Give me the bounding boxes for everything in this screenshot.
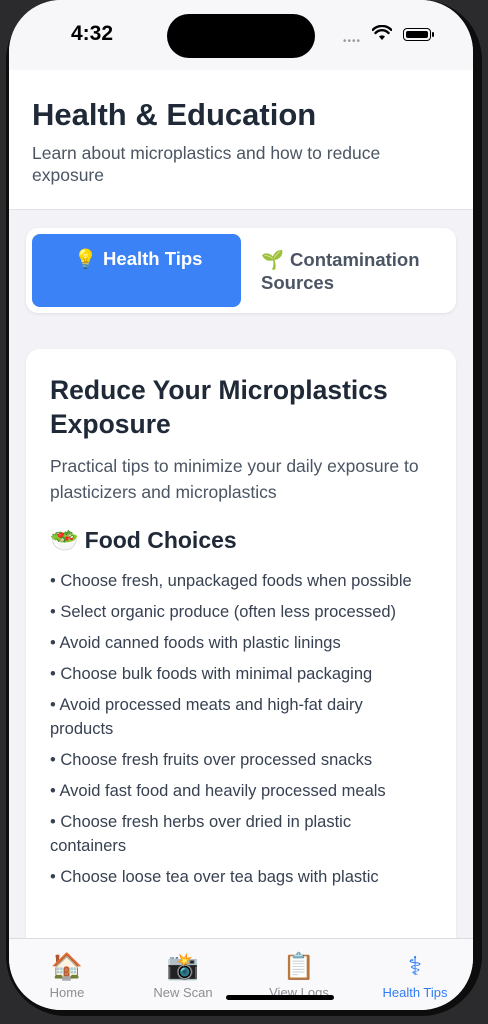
tab-new-scan-label: New Scan (153, 985, 213, 1000)
card-title: Reduce Your Microplastics Exposure (50, 375, 388, 439)
tab-health-tips[interactable]: 💡 Health Tips (32, 234, 241, 307)
tip-item: • Avoid processed meats and high-fat dai… (50, 696, 363, 738)
signal-icon: •••• (343, 36, 362, 47)
tab-contamination-sources[interactable]: 🌱 Contamination Sources (255, 234, 450, 307)
tips-list: • Choose fresh, unpackaged foods when po… (50, 569, 430, 896)
page-header: Health & Education Learn about microplas… (9, 70, 473, 210)
camera-icon: 📸 (166, 951, 200, 981)
status-time: 4:32 (71, 22, 114, 45)
status-bar: 4:32 •••• (9, 0, 473, 70)
tip-item: • Choose fresh herbs over dried in plast… (50, 813, 352, 855)
tab-contamination-sources-label: Contamination Sources (261, 249, 420, 293)
clipboard-icon: 📋 (282, 951, 316, 981)
dynamic-island (167, 14, 315, 58)
battery-icon (403, 28, 434, 41)
caduceus-icon: ⚕ (407, 951, 423, 981)
tip-item: • Choose fresh, unpackaged foods when po… (50, 572, 412, 590)
tips-card: Reduce Your Microplastics Exposure Pract… (26, 349, 456, 989)
tip-item: • Avoid canned foods with plastic lining… (50, 634, 341, 652)
segmented-control: 💡 Health Tips 🌱 Contamination Sources (26, 228, 456, 313)
tab-view-logs[interactable]: 📋 View Logs (241, 951, 357, 1000)
tip-item: • Choose bulk foods with minimal packagi… (50, 665, 373, 683)
tip-item: • Choose loose tea over tea bags with pl… (50, 868, 379, 886)
section-heading: 🥗 Food Choices (50, 527, 237, 554)
phone-frame: 4:32 •••• Health & Education Learn about… (0, 0, 488, 1024)
tab-new-scan[interactable]: 📸 New Scan (125, 951, 241, 1000)
tab-health-tips-nav[interactable]: ⚕ Health Tips (357, 951, 473, 1000)
tab-health-tips-nav-label: Health Tips (382, 985, 448, 1000)
page-subtitle: Learn about microplastics and how to red… (32, 143, 381, 185)
seedling-icon: 🌱 (261, 249, 285, 270)
tab-home-label: Home (49, 985, 85, 1000)
wifi-icon (372, 25, 392, 40)
lightbulb-icon: 💡 (74, 248, 98, 269)
page-title: Health & Education (32, 97, 317, 132)
tip-item: • Choose fresh fruits over processed sna… (50, 751, 373, 769)
tip-item: • Avoid fast food and heavily processed … (50, 782, 386, 800)
salad-icon: 🥗 (50, 527, 79, 553)
section-title: Food Choices (84, 527, 237, 553)
screen: 4:32 •••• Health & Education Learn about… (9, 0, 473, 1010)
tip-item: • Select organic produce (often less pro… (50, 603, 397, 621)
card-description: Practical tips to minimize your daily ex… (50, 456, 419, 502)
tab-health-tips-label: Health Tips (103, 248, 203, 269)
house-icon: 🏠 (50, 951, 84, 981)
home-indicator (226, 995, 334, 1000)
tab-home[interactable]: 🏠 Home (9, 951, 125, 1000)
